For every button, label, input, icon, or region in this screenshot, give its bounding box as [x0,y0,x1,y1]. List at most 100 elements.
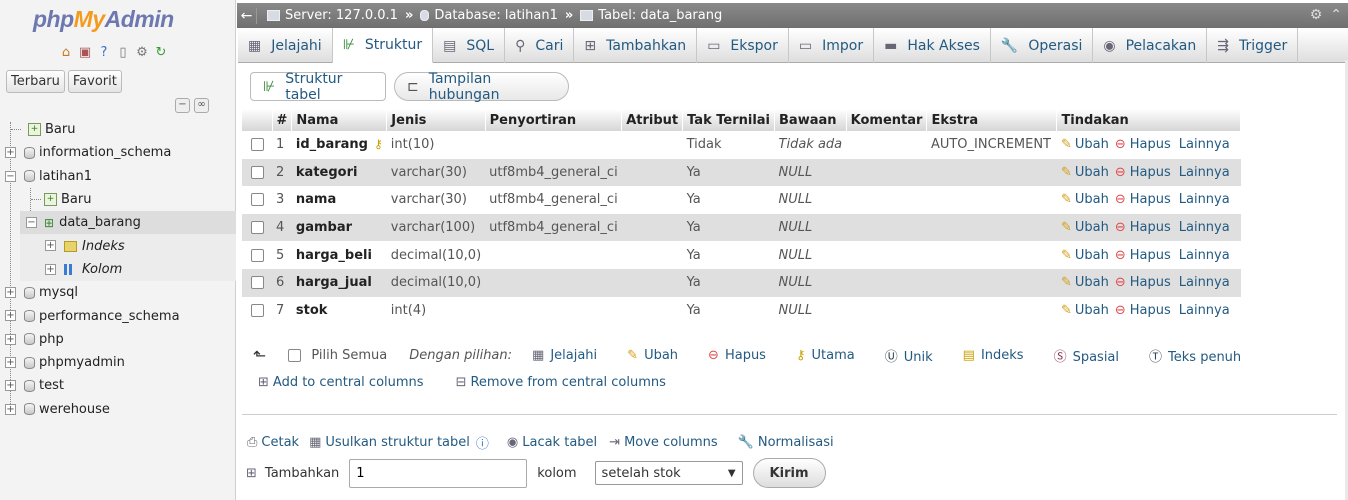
tree-item-werehouse[interactable]: + werehouse [0,398,236,421]
delete-button[interactable]: ⊖ Hapus [1115,165,1171,180]
column-name[interactable]: kategori [291,158,387,187]
column-name[interactable]: harga_beli [291,241,387,269]
bulk-browse-button[interactable]: ▦ Jelajahi [532,348,597,363]
phpmyadmin-logo[interactable]: phpMyAdmin [33,6,174,33]
breadcrumb-server[interactable]: Server: 127.0.0.1 [285,8,398,23]
expand-icon[interactable]: + [5,287,16,299]
more-button[interactable]: Lainnya [1179,192,1230,207]
more-button[interactable]: Lainnya [1179,165,1230,180]
more-button[interactable]: Lainnya [1179,275,1230,290]
delete-button[interactable]: ⊖ Hapus [1115,303,1171,318]
home-icon[interactable]: ⌂ [58,45,74,61]
bulk-primary-button[interactable]: ⚷ Utama [796,348,855,363]
delete-button[interactable]: ⊖ Hapus [1115,137,1171,152]
row-checkbox[interactable] [251,248,264,262]
expand-icon[interactable]: + [5,310,16,322]
bulk-delete-button[interactable]: ⊖ Hapus [708,348,766,363]
tab-privileges[interactable]: ▬ Hak Akses [874,28,991,63]
tab-search[interactable]: ⚲ Cari [505,28,575,63]
tab-export[interactable]: ▭ Ekspor [697,28,789,63]
column-name[interactable]: stok [291,296,387,325]
tree-item-phpmyadmin[interactable]: + phpmyadmin [0,351,236,374]
row-checkbox[interactable] [251,138,264,152]
remove-central-columns-button[interactable]: ⊟ Remove from central columns [456,375,666,390]
breadcrumb-table[interactable]: Tabel: data_barang [598,8,722,23]
delete-button[interactable]: ⊖ Hapus [1115,220,1171,235]
select-all-label[interactable]: Pilih Semua [311,348,387,363]
bulk-edit-button[interactable]: ✎ Ubah [627,348,678,363]
select-all-checkbox[interactable] [288,349,302,362]
bulk-fulltext-button[interactable]: Ⓣ Teks penuh [1149,346,1241,365]
settings-icon[interactable]: ⚙ [134,45,150,61]
column-count-input[interactable] [349,458,528,488]
more-button[interactable]: Lainnya [1179,303,1230,318]
expand-icon[interactable]: + [5,356,16,368]
edit-button[interactable]: ✎ Ubah [1061,220,1109,235]
tab-import[interactable]: ▭ Impor [789,28,875,63]
delete-button[interactable]: ⊖ Hapus [1115,275,1171,290]
expand-icon[interactable]: + [5,333,16,345]
position-select[interactable]: setelah stok ▼ [594,461,743,485]
tree-item-indexes[interactable]: + Indeks [20,234,236,258]
expand-icon[interactable]: + [45,240,56,252]
back-arrow-icon[interactable]: ← [237,7,257,24]
tree-item-latihan1[interactable]: − latihan1 [0,165,236,188]
bulk-spatial-button[interactable]: Ⓢ Spasial [1054,346,1119,365]
logout-icon[interactable]: ▣ [77,45,93,61]
track-table-link[interactable]: ◉ Lacak tabel [507,435,597,450]
delete-button[interactable]: ⊖ Hapus [1115,192,1171,207]
column-name[interactable]: gambar [291,213,387,242]
edit-button[interactable]: ✎ Ubah [1061,165,1109,180]
bulk-unique-button[interactable]: Ⓤ Unik [885,346,933,365]
edit-button[interactable]: ✎ Ubah [1061,303,1109,318]
column-name[interactable]: harga_jual [291,268,387,297]
tab-tracking[interactable]: ◉ Pelacakan [1093,28,1208,63]
row-checkbox[interactable] [251,221,264,235]
normalize-link[interactable]: 🔧 Normalisasi [738,435,834,450]
collapse-icon[interactable]: − [5,170,16,182]
help-icon[interactable]: ⓘ [476,433,489,452]
collapse-all-icon[interactable]: − [175,98,190,113]
expand-icon[interactable]: + [5,147,16,159]
tab-sql[interactable]: ▤ SQL [433,28,506,63]
breadcrumb-database[interactable]: Database: latihan1 [434,8,558,23]
row-checkbox[interactable] [251,165,264,179]
tab-triggers[interactable]: ⇶ Trigger [1207,28,1299,63]
link-icon[interactable]: ∞ [194,98,209,113]
subtab-relation-view[interactable]: ⊏ Tampilan hubungan [394,71,569,103]
tree-item-test[interactable]: + test [0,374,236,397]
reload-icon[interactable]: ↻ [153,45,169,61]
row-checkbox[interactable] [251,276,264,290]
edit-button[interactable]: ✎ Ubah [1061,137,1109,152]
bulk-index-button[interactable]: ▤ Indeks [963,348,1024,363]
add-central-columns-button[interactable]: ⊞ Add to central columns [258,375,424,390]
tree-item-data-barang[interactable]: − ⊞ data_barang [20,211,236,235]
edit-button[interactable]: ✎ Ubah [1061,192,1109,207]
column-name[interactable]: id_barang ⚷ [291,131,387,159]
more-button[interactable]: Lainnya [1179,220,1230,235]
tab-browse[interactable]: ▦ Jelajahi [238,28,333,63]
propose-structure-link[interactable]: ▦ Usulkan struktur tabel [309,435,470,450]
more-button[interactable]: Lainnya [1179,248,1230,263]
favorites-tab[interactable]: Favorit [67,70,122,93]
tree-item-new[interactable]: + Baru [0,118,236,141]
print-link[interactable]: ⎙ Cetak [247,435,299,450]
docs-icon[interactable]: ▯ [115,45,131,61]
collapse-icon[interactable]: − [26,217,37,229]
tree-item-information-schema[interactable]: + information_schema [0,141,236,164]
column-name[interactable]: nama [291,186,387,214]
tree-item-mysql[interactable]: + mysql [0,281,236,304]
tab-insert[interactable]: ⊞ Tambahkan [574,28,698,63]
row-checkbox[interactable] [251,303,264,317]
move-columns-link[interactable]: ⇥ Move columns [609,435,718,450]
tab-structure[interactable]: ⊮ Struktur [332,28,434,63]
tree-item-performance-schema[interactable]: + performance_schema [0,304,236,327]
expand-icon[interactable]: + [5,380,16,392]
subtab-table-structure[interactable]: ⊮ Struktur tabel [250,71,386,103]
edit-button[interactable]: ✎ Ubah [1061,248,1109,263]
settings-icon[interactable]: ⚙ [1310,7,1323,23]
more-button[interactable]: Lainnya [1179,137,1230,152]
tree-item-columns[interactable]: + Kolom [20,257,236,282]
tree-item-new-table[interactable]: + Baru [0,187,236,211]
expand-icon[interactable]: + [45,263,56,275]
